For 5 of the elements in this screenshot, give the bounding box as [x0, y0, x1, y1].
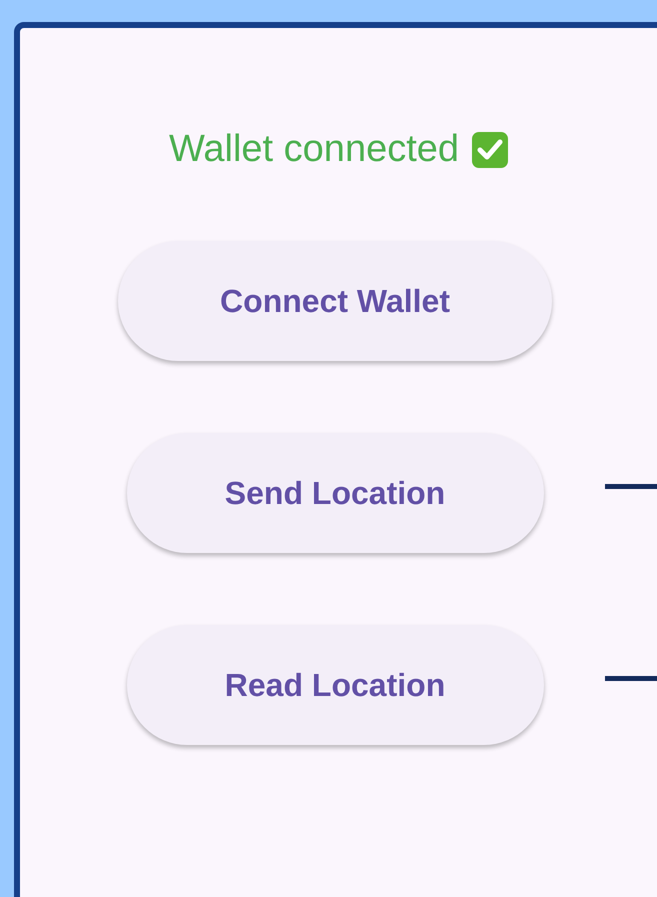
action-button[interactable]: Send Location: [126, 433, 544, 553]
action-button[interactable]: Connect Wallet: [118, 241, 552, 361]
check-icon: [471, 130, 510, 168]
action-button[interactable]: Read Location: [126, 625, 544, 745]
status-text: Wallet connected: [168, 128, 460, 171]
